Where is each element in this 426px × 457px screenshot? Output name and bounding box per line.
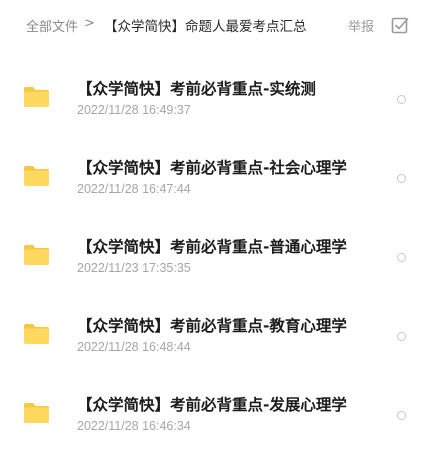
list-item[interactable]: 【众学简快】考前必背重点-实统测 2022/11/28 16:49:37 — [0, 50, 426, 129]
select-radio[interactable] — [397, 253, 406, 262]
select-radio[interactable] — [397, 411, 406, 420]
file-date: 2022/11/28 16:48:44 — [77, 340, 191, 354]
folder-icon — [23, 86, 50, 108]
checkbox-edit-icon[interactable] — [391, 16, 409, 34]
file-date: 2022/11/28 16:46:34 — [77, 419, 191, 433]
top-bar: 全部文件 > 【众学简快】命题人最爱考点汇总 举报 — [0, 0, 426, 50]
breadcrumb-root[interactable]: 全部文件 — [26, 16, 78, 35]
file-name[interactable]: 【众学简快】考前必背重点-教育心理学 — [77, 314, 347, 336]
list-item[interactable]: 【众学简快】考前必背重点-普通心理学 2022/11/23 17:35:35 — [0, 208, 426, 287]
file-date: 2022/11/28 16:47:44 — [77, 182, 191, 196]
folder-icon — [23, 323, 50, 345]
select-radio[interactable] — [397, 332, 406, 341]
file-name[interactable]: 【众学简快】考前必背重点-普通心理学 — [77, 235, 347, 257]
folder-icon — [23, 402, 50, 424]
list-item[interactable]: 【众学简快】考前必背重点-发展心理学 2022/11/28 16:46:34 — [0, 366, 426, 445]
file-list: 【众学简快】考前必背重点-实统测 2022/11/28 16:49:37 【众学… — [0, 50, 426, 445]
file-date: 2022/11/28 16:49:37 — [77, 103, 191, 117]
report-button[interactable]: 举报 — [348, 16, 374, 35]
file-name[interactable]: 【众学简快】考前必背重点-社会心理学 — [77, 156, 347, 178]
list-item[interactable]: 【众学简快】考前必背重点-社会心理学 2022/11/28 16:47:44 — [0, 129, 426, 208]
file-name[interactable]: 【众学简快】考前必背重点-发展心理学 — [77, 393, 347, 415]
folder-icon — [23, 244, 50, 266]
select-radio[interactable] — [397, 174, 406, 183]
folder-icon — [23, 165, 50, 187]
file-name[interactable]: 【众学简快】考前必背重点-实统测 — [77, 77, 316, 99]
breadcrumb-current: 【众学简快】命题人最爱考点汇总 — [104, 19, 307, 35]
list-item[interactable]: 【众学简快】考前必背重点-教育心理学 2022/11/28 16:48:44 — [0, 287, 426, 366]
select-radio[interactable] — [397, 95, 406, 104]
file-date: 2022/11/23 17:35:35 — [77, 261, 191, 275]
breadcrumb-separator: > — [84, 16, 95, 31]
